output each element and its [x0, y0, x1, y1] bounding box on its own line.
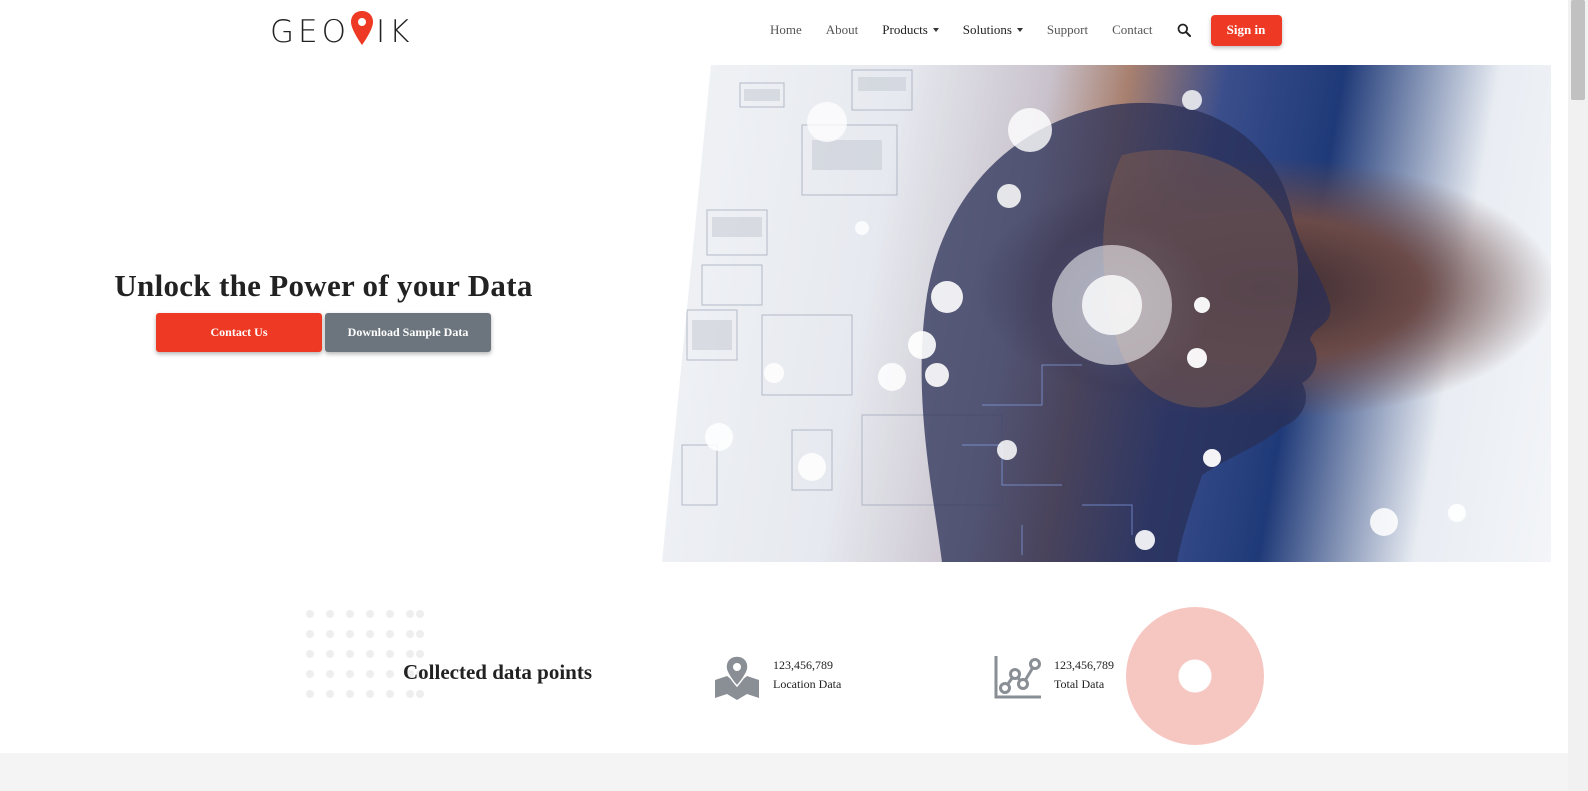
decorative-ring: [1126, 607, 1264, 745]
chevron-down-icon: [1016, 28, 1023, 32]
page-scrollbar[interactable]: [1568, 0, 1588, 791]
nav-home-label: Home: [770, 22, 802, 37]
stat-location-label: Location Data: [773, 677, 842, 691]
nav-support[interactable]: Support: [1047, 22, 1088, 38]
sign-in-button[interactable]: Sign in: [1210, 14, 1282, 46]
nav-support-label: Support: [1046, 22, 1089, 37]
download-sample-data-button[interactable]: Download Sample Data: [325, 313, 491, 352]
map-pin-icon: [715, 655, 759, 700]
site-header: GEO IK Home About Products Solutions Sup…: [0, 0, 1568, 64]
nav-home[interactable]: Home: [770, 22, 802, 38]
logo-text-right: IK: [376, 14, 414, 50]
footer-strip: [0, 753, 1568, 791]
nav-contact-label: Contact: [1112, 22, 1153, 37]
chevron-down-icon: [932, 28, 939, 32]
nav-solutions[interactable]: Solutions: [963, 22, 1023, 38]
nav-products[interactable]: Products: [882, 22, 939, 38]
dot-grid-decoration: [306, 610, 424, 698]
hero-title: Unlock the Power of your Data: [114, 268, 533, 303]
scrollbar-thumb[interactable]: [1571, 0, 1585, 100]
logo-text-left: GEO: [270, 14, 351, 50]
nav-solutions-label: Solutions: [962, 22, 1012, 37]
stat-total-value: 123,456,789: [1054, 658, 1114, 672]
search-icon[interactable]: [1177, 23, 1191, 37]
hero-image: [662, 65, 1551, 562]
site-logo[interactable]: GEO IK: [270, 9, 414, 52]
hero-illustration: [681, 69, 1466, 562]
nav-about[interactable]: About: [826, 22, 859, 38]
stat-total-label: Total Data: [1054, 677, 1105, 691]
line-chart-icon: [994, 656, 1041, 699]
nav-products-label: Products: [882, 22, 928, 37]
logo-pin-icon: [350, 9, 374, 49]
main-nav: Home About Products Solutions Support Co…: [770, 14, 1282, 46]
stat-location-value: 123,456,789: [773, 658, 833, 672]
contact-us-button[interactable]: Contact Us: [156, 313, 322, 352]
stats-title: Collected data points: [403, 660, 592, 684]
nav-contact[interactable]: Contact: [1112, 22, 1152, 38]
nav-about-label: About: [825, 22, 859, 37]
